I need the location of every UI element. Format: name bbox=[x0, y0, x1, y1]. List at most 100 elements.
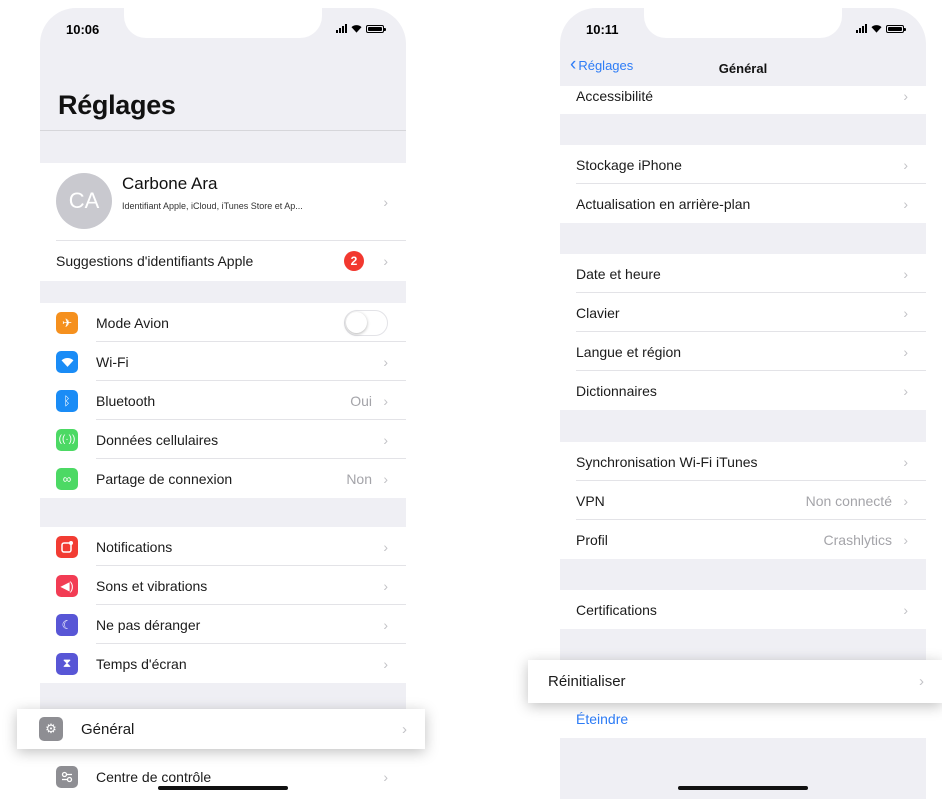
dictionaries-row[interactable]: Dictionnaires › bbox=[560, 371, 926, 410]
chevron-right-icon: › bbox=[383, 253, 388, 269]
control-center-row[interactable]: Centre de contrôle › bbox=[40, 757, 406, 796]
chevron-right-icon: › bbox=[383, 353, 388, 370]
bluetooth-icon: ᛒ bbox=[56, 389, 78, 412]
chevron-right-icon: › bbox=[903, 343, 908, 360]
chevron-right-icon: › bbox=[383, 655, 388, 672]
row-label: Profil bbox=[576, 531, 608, 548]
home-indicator bbox=[158, 786, 288, 790]
row-label: VPN bbox=[576, 492, 605, 509]
cellular-row[interactable]: ((·)) Données cellulaires › bbox=[40, 420, 406, 459]
chevron-right-icon: › bbox=[903, 601, 908, 618]
chevron-right-icon: › bbox=[383, 616, 388, 633]
notch bbox=[124, 8, 322, 38]
shutdown-link: Éteindre bbox=[576, 710, 629, 727]
itunes-wifi-sync-row[interactable]: Synchronisation Wi-Fi iTunes › bbox=[560, 442, 926, 481]
reset-row-highlight[interactable]: Réinitialiser › bbox=[528, 660, 942, 703]
status-bar: 10:06 bbox=[40, 8, 406, 52]
sound-icon: ◀) bbox=[56, 574, 78, 597]
chevron-right-icon: › bbox=[383, 538, 388, 555]
chevron-right-icon: › bbox=[383, 577, 388, 594]
hotspot-row[interactable]: ∞ Partage de connexion Non › bbox=[40, 459, 406, 498]
chevron-right-icon: › bbox=[919, 673, 924, 690]
iphone-storage-row[interactable]: Stockage iPhone › bbox=[560, 145, 926, 184]
row-label: Données cellulaires bbox=[96, 431, 219, 448]
profile-row[interactable]: CA Carbone Ara Identifiant Apple, iCloud… bbox=[40, 163, 406, 241]
certifications-row[interactable]: Certifications › bbox=[560, 590, 926, 629]
row-label: Synchronisation Wi-Fi iTunes bbox=[576, 453, 758, 470]
connectivity-group: ✈ Mode Avion Wi-Fi › ᛒ Bluetooth Oui › (… bbox=[40, 303, 406, 498]
system-group: Notifications › ◀) Sons et vibrations › … bbox=[40, 527, 406, 683]
wifi-status-icon bbox=[871, 25, 882, 33]
nav-title: Général bbox=[718, 61, 768, 76]
notifications-icon bbox=[56, 535, 78, 558]
row-value: Non bbox=[346, 470, 372, 487]
accessibility-row[interactable]: Accessibilité › bbox=[560, 81, 926, 111]
row-label: Réinitialiser bbox=[548, 673, 626, 690]
row-label: Bluetooth bbox=[96, 392, 156, 409]
profile-name: Carbone Ara bbox=[122, 174, 218, 193]
control-center-icon bbox=[56, 765, 78, 788]
chevron-right-icon: › bbox=[903, 492, 908, 509]
row-value: Oui bbox=[350, 392, 372, 409]
chevron-right-icon: › bbox=[903, 453, 908, 470]
chevron-right-icon: › bbox=[903, 265, 908, 282]
row-label: Wi-Fi bbox=[96, 353, 129, 370]
chevron-right-icon: › bbox=[903, 88, 908, 104]
do-not-disturb-row[interactable]: ☾ Ne pas déranger › bbox=[40, 605, 406, 644]
chevron-right-icon: › bbox=[402, 720, 407, 738]
row-label: Général bbox=[81, 720, 135, 738]
hotspot-icon: ∞ bbox=[56, 467, 78, 490]
signal-icon bbox=[336, 24, 347, 33]
shutdown-row[interactable]: Éteindre bbox=[560, 699, 926, 738]
storage-group: Stockage iPhone › Actualisation en arriè… bbox=[560, 145, 926, 223]
row-label: Centre de contrôle bbox=[96, 768, 212, 785]
settings-screen: 10:06 Réglages CA Carbone Ara Identifian… bbox=[40, 8, 406, 799]
apple-id-suggestions-row[interactable]: Suggestions d'identifiants Apple 2 › bbox=[40, 241, 406, 281]
row-label: Stockage iPhone bbox=[576, 156, 682, 173]
moon-icon: ☾ bbox=[56, 613, 78, 636]
status-time: 10:11 bbox=[586, 22, 619, 37]
certifications-group: Certifications › bbox=[560, 590, 926, 629]
keyboard-row[interactable]: Clavier › bbox=[560, 293, 926, 332]
screen-time-row[interactable]: ⧗ Temps d'écran › bbox=[40, 644, 406, 683]
chevron-right-icon: › bbox=[903, 195, 908, 212]
sounds-row[interactable]: ◀) Sons et vibrations › bbox=[40, 566, 406, 605]
accessibility-group: Accessibilité › bbox=[560, 86, 926, 114]
notch bbox=[644, 8, 842, 38]
row-label: Partage de connexion bbox=[96, 470, 233, 487]
suggestions-label: Suggestions d'identifiants Apple bbox=[56, 253, 254, 269]
notifications-row[interactable]: Notifications › bbox=[40, 527, 406, 566]
status-bar: 10:11 bbox=[560, 8, 926, 52]
network-group: Synchronisation Wi-Fi iTunes › VPN Non c… bbox=[560, 442, 926, 559]
home-indicator bbox=[678, 786, 808, 790]
row-label: Actualisation en arrière-plan bbox=[576, 195, 751, 212]
chevron-right-icon: › bbox=[903, 382, 908, 399]
airplane-mode-toggle[interactable] bbox=[344, 309, 388, 336]
row-label: Langue et région bbox=[576, 343, 682, 360]
cellular-icon: ((·)) bbox=[56, 428, 78, 451]
chevron-right-icon: › bbox=[383, 470, 388, 487]
row-label: Sons et vibrations bbox=[96, 577, 208, 594]
row-label: Accessibilité bbox=[576, 88, 654, 104]
row-label: Clavier bbox=[576, 304, 620, 321]
background-refresh-row[interactable]: Actualisation en arrière-plan › bbox=[560, 184, 926, 223]
profile-row[interactable]: Profil Crashlytics › bbox=[560, 520, 926, 559]
vpn-row[interactable]: VPN Non connecté › bbox=[560, 481, 926, 520]
row-label: Certifications bbox=[576, 601, 657, 618]
wifi-row[interactable]: Wi-Fi › bbox=[40, 342, 406, 381]
language-region-row[interactable]: Langue et région › bbox=[560, 332, 926, 371]
row-label: Date et heure bbox=[576, 265, 661, 282]
wifi-status-icon bbox=[351, 25, 362, 33]
wifi-icon bbox=[56, 350, 78, 373]
hourglass-icon: ⧗ bbox=[56, 652, 78, 675]
date-time-row[interactable]: Date et heure › bbox=[560, 254, 926, 293]
bluetooth-row[interactable]: ᛒ Bluetooth Oui › bbox=[40, 381, 406, 420]
general-row-highlight[interactable]: ⚙ Général › bbox=[17, 709, 425, 749]
page-title: Réglages bbox=[58, 90, 176, 120]
avatar: CA bbox=[56, 173, 112, 229]
airplane-mode-row[interactable]: ✈ Mode Avion bbox=[40, 303, 406, 342]
row-label: Mode Avion bbox=[96, 314, 169, 331]
chevron-right-icon: › bbox=[903, 531, 908, 548]
row-value: Crashlytics bbox=[823, 531, 892, 548]
status-time: 10:06 bbox=[66, 22, 100, 37]
